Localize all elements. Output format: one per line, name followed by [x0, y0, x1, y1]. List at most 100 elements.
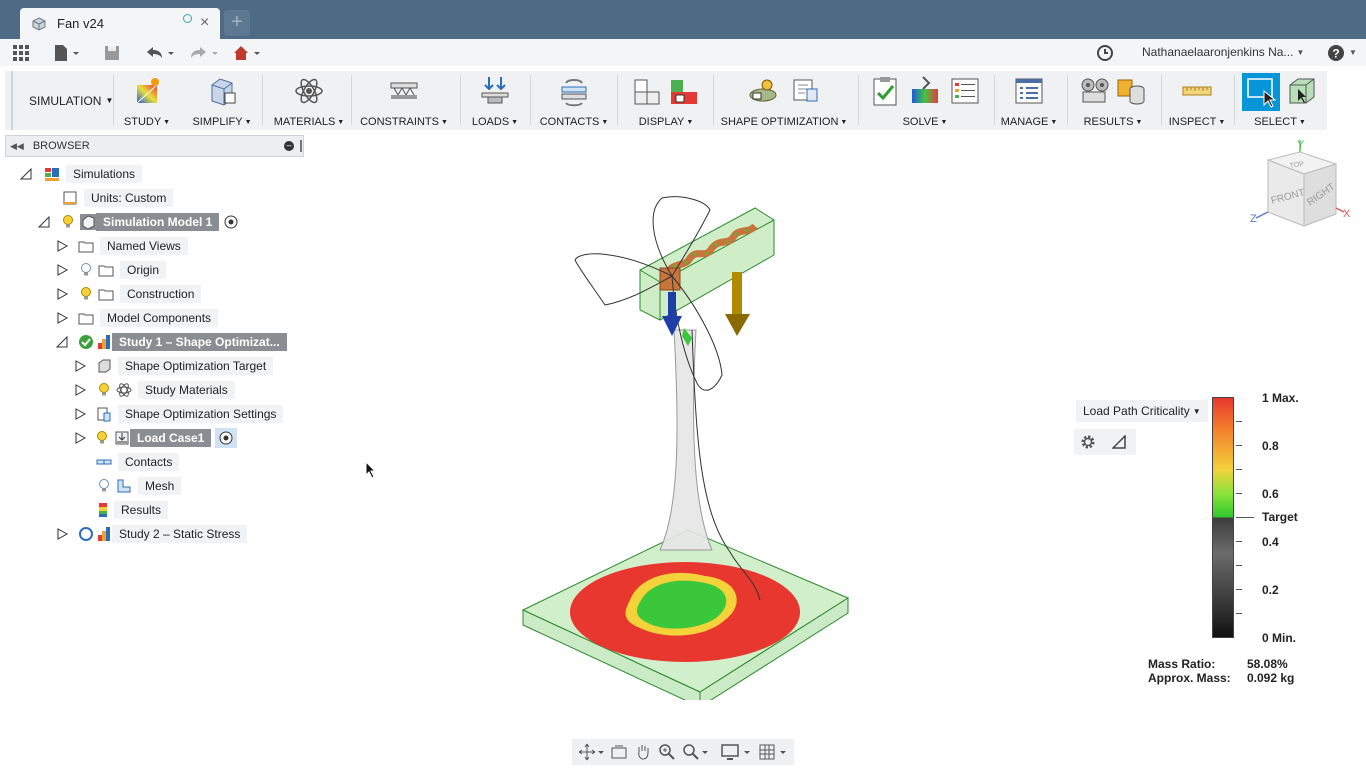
expanded-triangle-icon[interactable] [56, 336, 68, 348]
tree-node-model-components[interactable]: Model Components [78, 308, 219, 328]
expanded-triangle-icon[interactable] [20, 168, 32, 180]
chevron-down-icon: ▼ [244, 118, 252, 126]
tree-node-label: Simulation Model 1 [96, 213, 220, 231]
expanded-triangle-icon[interactable] [38, 216, 50, 228]
contacts-group[interactable]: CONTACTS ▼ [537, 71, 611, 130]
tree-node-simulation-model[interactable]: Simulation Model 1 [62, 212, 239, 232]
tree-node-load-case-1[interactable]: Load Case1 [96, 428, 238, 448]
chevron-down-icon: ▼ [163, 118, 171, 126]
inspect-group[interactable]: INSPECT ▼ [1165, 71, 1229, 130]
display-settings-icon[interactable] [720, 743, 752, 761]
tree-node-mesh[interactable]: Mesh [98, 476, 182, 496]
collapsed-triangle-icon[interactable] [56, 240, 68, 252]
mouse-cursor-icon [365, 461, 377, 479]
look-at-icon[interactable] [610, 743, 628, 761]
new-tab-button[interactable]: + [224, 10, 250, 36]
document-tab-title: Fan v24 [57, 16, 104, 31]
constraints-group[interactable]: CONSTRAINTS ▼ [357, 71, 451, 130]
tree-node-named-views[interactable]: Named Views [78, 236, 188, 256]
toolbar-divider [617, 75, 618, 125]
legend-tick [1236, 541, 1242, 542]
optimization-settings-icon [97, 407, 111, 422]
minimize-browser-icon[interactable]: – [284, 141, 294, 151]
panel-pin-icon[interactable] [300, 140, 302, 152]
loads-group[interactable]: LOADS ▼ [467, 71, 523, 130]
tree-node-simulations[interactable]: Simulations [44, 164, 143, 184]
visibility-bulb-off-icon[interactable] [98, 479, 110, 493]
chevron-down-icon: ▼ [337, 118, 345, 126]
tree-node-origin[interactable]: Origin [80, 260, 167, 280]
pan-hand-icon[interactable] [634, 743, 652, 761]
fan-model-viewport[interactable] [500, 180, 870, 700]
document-tab[interactable]: Fan v24 × [20, 8, 220, 39]
file-menu-icon[interactable] [53, 43, 81, 63]
folder-icon [98, 265, 114, 277]
results-compare-icon [1081, 78, 1109, 103]
collapsed-triangle-icon[interactable] [74, 408, 86, 420]
tree-node-shape-optimization-settings[interactable]: Shape Optimization Settings [96, 404, 284, 424]
home-view-icon[interactable] [231, 43, 261, 63]
collapsed-triangle-icon[interactable] [74, 432, 86, 444]
save-icon[interactable] [103, 43, 121, 63]
collapsed-triangle-icon[interactable] [74, 360, 86, 372]
visibility-bulb-icon[interactable] [80, 287, 92, 301]
chevron-down-icon: ▼ [940, 118, 948, 126]
view-cube[interactable]: Y TOP FRONT RIGHT Z X [1250, 138, 1354, 238]
tree-node-contacts[interactable]: Contacts [96, 452, 180, 472]
results-label: RESULTS [1083, 116, 1134, 128]
user-account-menu[interactable]: Nathanaelaaronjenkins Na... ▼ [1142, 45, 1304, 59]
tree-node-label: Study Materials [138, 381, 235, 399]
job-status-clock-icon[interactable] [1096, 43, 1114, 63]
tree-node-study-2[interactable]: Study 2 – Static Stress [78, 524, 248, 544]
approx-mass-label: Approx. Mass: [1148, 671, 1231, 685]
visibility-bulb-off-icon[interactable] [80, 263, 92, 277]
legend-settings-gear-icon[interactable] [1080, 434, 1096, 450]
tree-node-results[interactable]: Results [98, 500, 169, 520]
zoom-window-icon[interactable] [682, 743, 708, 761]
static-stress-study-icon [98, 527, 110, 541]
tree-node-shape-optimization-target[interactable]: Shape Optimization Target [96, 356, 274, 376]
manage-group[interactable]: MANAGE ▼ [997, 71, 1061, 130]
axis-y-label: Y [1297, 139, 1305, 151]
visibility-bulb-icon[interactable] [96, 431, 108, 445]
tree-node-study-1[interactable]: Study 1 – Shape Optimizat... [78, 332, 287, 352]
materials-group[interactable]: MATERIALS ▼ [269, 71, 349, 130]
tree-node-units[interactable]: Units: Custom [62, 188, 174, 208]
grid-settings-icon[interactable] [758, 743, 788, 761]
tree-node-construction[interactable]: Construction [80, 284, 202, 304]
collapsed-triangle-icon[interactable] [56, 288, 68, 300]
legend-adjust-triangle-icon[interactable] [1112, 435, 1126, 449]
study-pending-icon [79, 527, 93, 541]
load-case-icon [115, 431, 129, 445]
collapsed-triangle-icon[interactable] [56, 312, 68, 324]
select-group[interactable]: SELECT ▼ [1238, 71, 1322, 130]
orbit-icon[interactable] [578, 743, 604, 761]
display-label: DISPLAY [638, 116, 685, 128]
tab-close-button[interactable]: × [200, 15, 209, 31]
collapsed-triangle-icon[interactable] [56, 264, 68, 276]
toolbar-divider [858, 75, 859, 125]
help-menu[interactable]: ? ▼ [1326, 42, 1357, 62]
display-group[interactable]: DISPLAY ▼ [623, 71, 709, 130]
tree-node-study-materials[interactable]: Study Materials [98, 380, 235, 400]
zoom-icon[interactable] [658, 743, 676, 761]
solve-group[interactable]: SOLVE ▼ [863, 71, 987, 130]
workspace-switcher[interactable]: SIMULATION ▼ [11, 71, 113, 130]
app-grid-icon[interactable] [11, 43, 31, 63]
visibility-bulb-icon[interactable] [98, 383, 110, 397]
activate-radio-icon[interactable] [223, 214, 239, 230]
result-type-dropdown[interactable]: Load Path Criticality ▼ [1076, 400, 1208, 422]
activate-load-case-button[interactable] [215, 428, 238, 448]
visibility-bulb-icon[interactable] [62, 215, 74, 229]
study-group[interactable]: STUDY ▼ [117, 71, 177, 130]
simplify-group[interactable]: SIMPLIFY ▼ [189, 71, 255, 130]
redo-icon[interactable] [187, 43, 219, 63]
collapse-browser-icon[interactable]: ◀◀ [10, 141, 24, 152]
shape-optimization-group[interactable]: SHAPE OPTIMIZATION ▼ [717, 71, 851, 130]
undo-icon[interactable] [143, 43, 175, 63]
results-group[interactable]: RESULTS ▼ [1073, 71, 1153, 130]
collapsed-triangle-icon[interactable] [74, 384, 86, 396]
select-window-icon [1242, 73, 1280, 111]
study-complete-check-icon [79, 335, 93, 349]
collapsed-triangle-icon[interactable] [56, 528, 68, 540]
